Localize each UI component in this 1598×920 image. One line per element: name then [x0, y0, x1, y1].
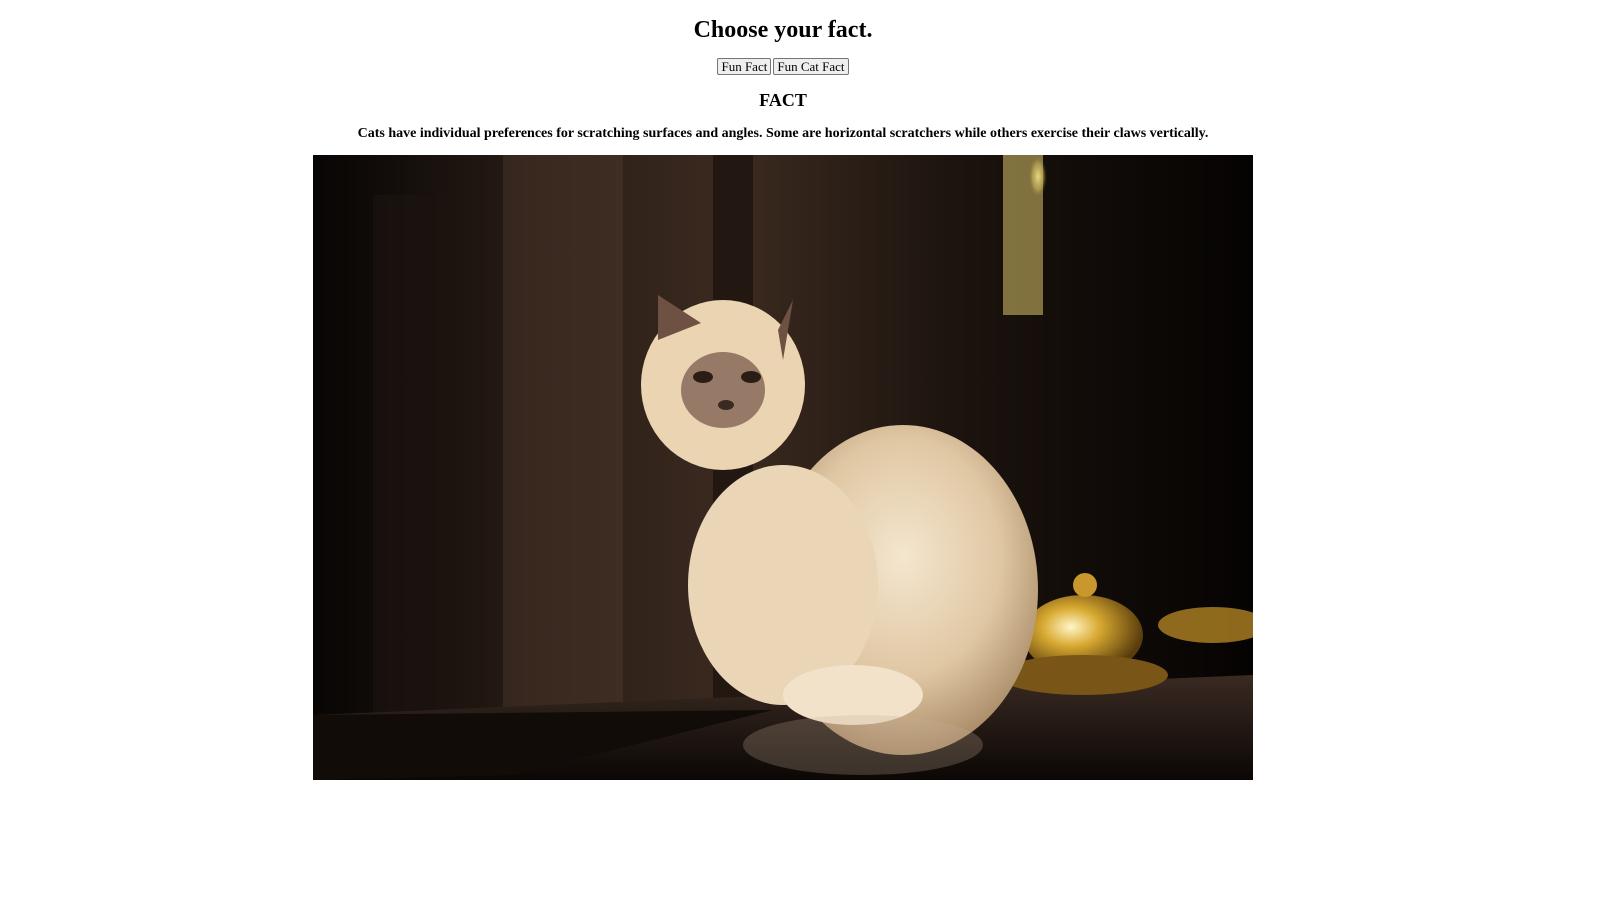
fact-button-group: Fun Fact Fun Cat Fact	[0, 58, 1566, 75]
page: Choose your fact. Fun Fact Fun Cat Fact …	[0, 0, 1598, 920]
fun-fact-button[interactable]: Fun Fact	[717, 58, 772, 75]
fact-heading: FACT	[759, 90, 807, 110]
page-title: Choose your fact.	[693, 17, 873, 43]
fun-cat-fact-button[interactable]: Fun Cat Fact	[773, 58, 849, 75]
cat-photo	[313, 155, 1253, 780]
fact-text: Cats have individual preferences for scr…	[357, 126, 1209, 141]
